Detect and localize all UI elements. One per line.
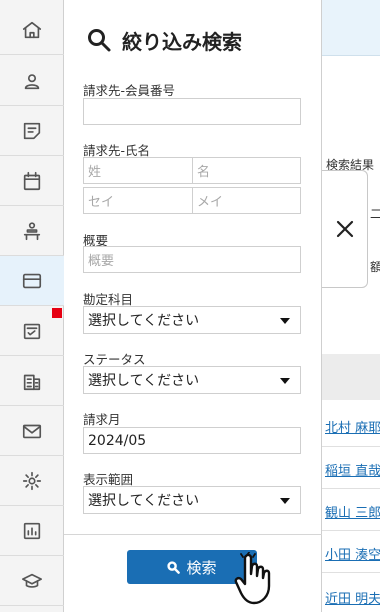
sidebar-item-home[interactable] [0,5,64,55]
last-name-kana-input[interactable]: セイ [83,187,193,214]
sidebar-item-mail[interactable] [0,406,64,456]
first-name-kana-input[interactable]: メイ [192,187,301,214]
sidebar-item-settings[interactable] [0,456,64,506]
status-select[interactable]: 選択してください [83,366,301,394]
building-icon [23,374,41,390]
background-header [322,0,380,56]
account-select[interactable]: 選択してください [83,306,301,334]
sidebar-rail [0,0,64,612]
table-link[interactable]: 稲垣 直哉 [325,460,380,479]
summary-input[interactable]: 概要 [83,246,301,273]
panel-title: 絞り込み検索 [86,24,242,56]
member-number-label: 請求先-会員番号 [83,83,176,98]
reception-icon [23,221,41,240]
gear-icon [22,471,42,490]
table-link[interactable]: 近田 明夫 [325,588,380,607]
sidebar-item-user[interactable] [0,56,64,106]
sidebar-item-billing[interactable] [0,256,64,306]
table-row-divider [322,488,380,489]
background-text-fragment: 額: [370,260,380,274]
search-icon [88,29,111,52]
hand-pointer-icon [234,552,271,605]
search-icon [167,560,181,574]
table-link[interactable]: 観山 三郎 [325,502,380,521]
status-select-value: 選択してください [88,373,200,389]
search-button-label: 検索 [186,558,217,577]
sidebar-item-checklist[interactable] [0,306,64,356]
report-icon [23,522,41,539]
checklist-icon [23,323,41,339]
document-icon [23,122,41,139]
table-row-divider [322,446,380,447]
table-link[interactable]: 北村 麻耶 [325,417,380,436]
sidebar-item-document[interactable] [0,106,64,156]
notification-badge [52,308,62,318]
close-icon [336,220,353,238]
background-content: 検索結果 二対 額: 北村 麻耶 稲垣 直哉 観山 三郎 小田 湊空 近田 明夫 [322,0,380,612]
background-text-fragment: 二対 [370,207,380,221]
account-select-value: 選択してください [88,313,200,329]
billing-month-label: 請求月 [83,412,121,427]
calendar-icon [23,171,41,190]
table-row-divider [322,572,380,573]
filter-panel: 絞り込み検索 請求先-会員番号 請求先-氏名 姓 名 セイ メイ 概要 概要 勘… [64,0,322,612]
display-range-select[interactable]: 選択してください [83,486,301,514]
caret-down-icon [280,498,290,504]
panel-title-text: 絞り込み検索 [122,29,242,54]
caret-down-icon [280,378,290,384]
sidebar-item-building[interactable] [0,356,64,406]
member-number-input[interactable] [83,98,301,125]
caret-down-icon [280,318,290,324]
home-icon [22,21,42,38]
table-row-divider [322,530,380,531]
sidebar-item-calendar[interactable] [0,156,64,206]
sidebar-item-reception[interactable] [0,206,64,256]
graduation-cap-icon [22,573,42,588]
last-name-input[interactable]: 姓 [83,157,193,184]
sidebar-item-report[interactable] [0,506,64,556]
mail-icon [22,424,42,438]
user-icon [24,73,40,89]
display-range-select-value: 選択してください [88,493,200,509]
table-link[interactable]: 小田 湊空 [325,544,380,563]
billing-month-input[interactable]: 2024/05 [83,427,301,454]
table-header [322,354,380,400]
first-name-input[interactable]: 名 [192,157,301,184]
close-panel-button[interactable] [322,170,368,288]
sidebar-item-education[interactable] [0,556,64,606]
credit-card-icon [22,273,42,288]
panel-footer-divider [64,534,322,535]
